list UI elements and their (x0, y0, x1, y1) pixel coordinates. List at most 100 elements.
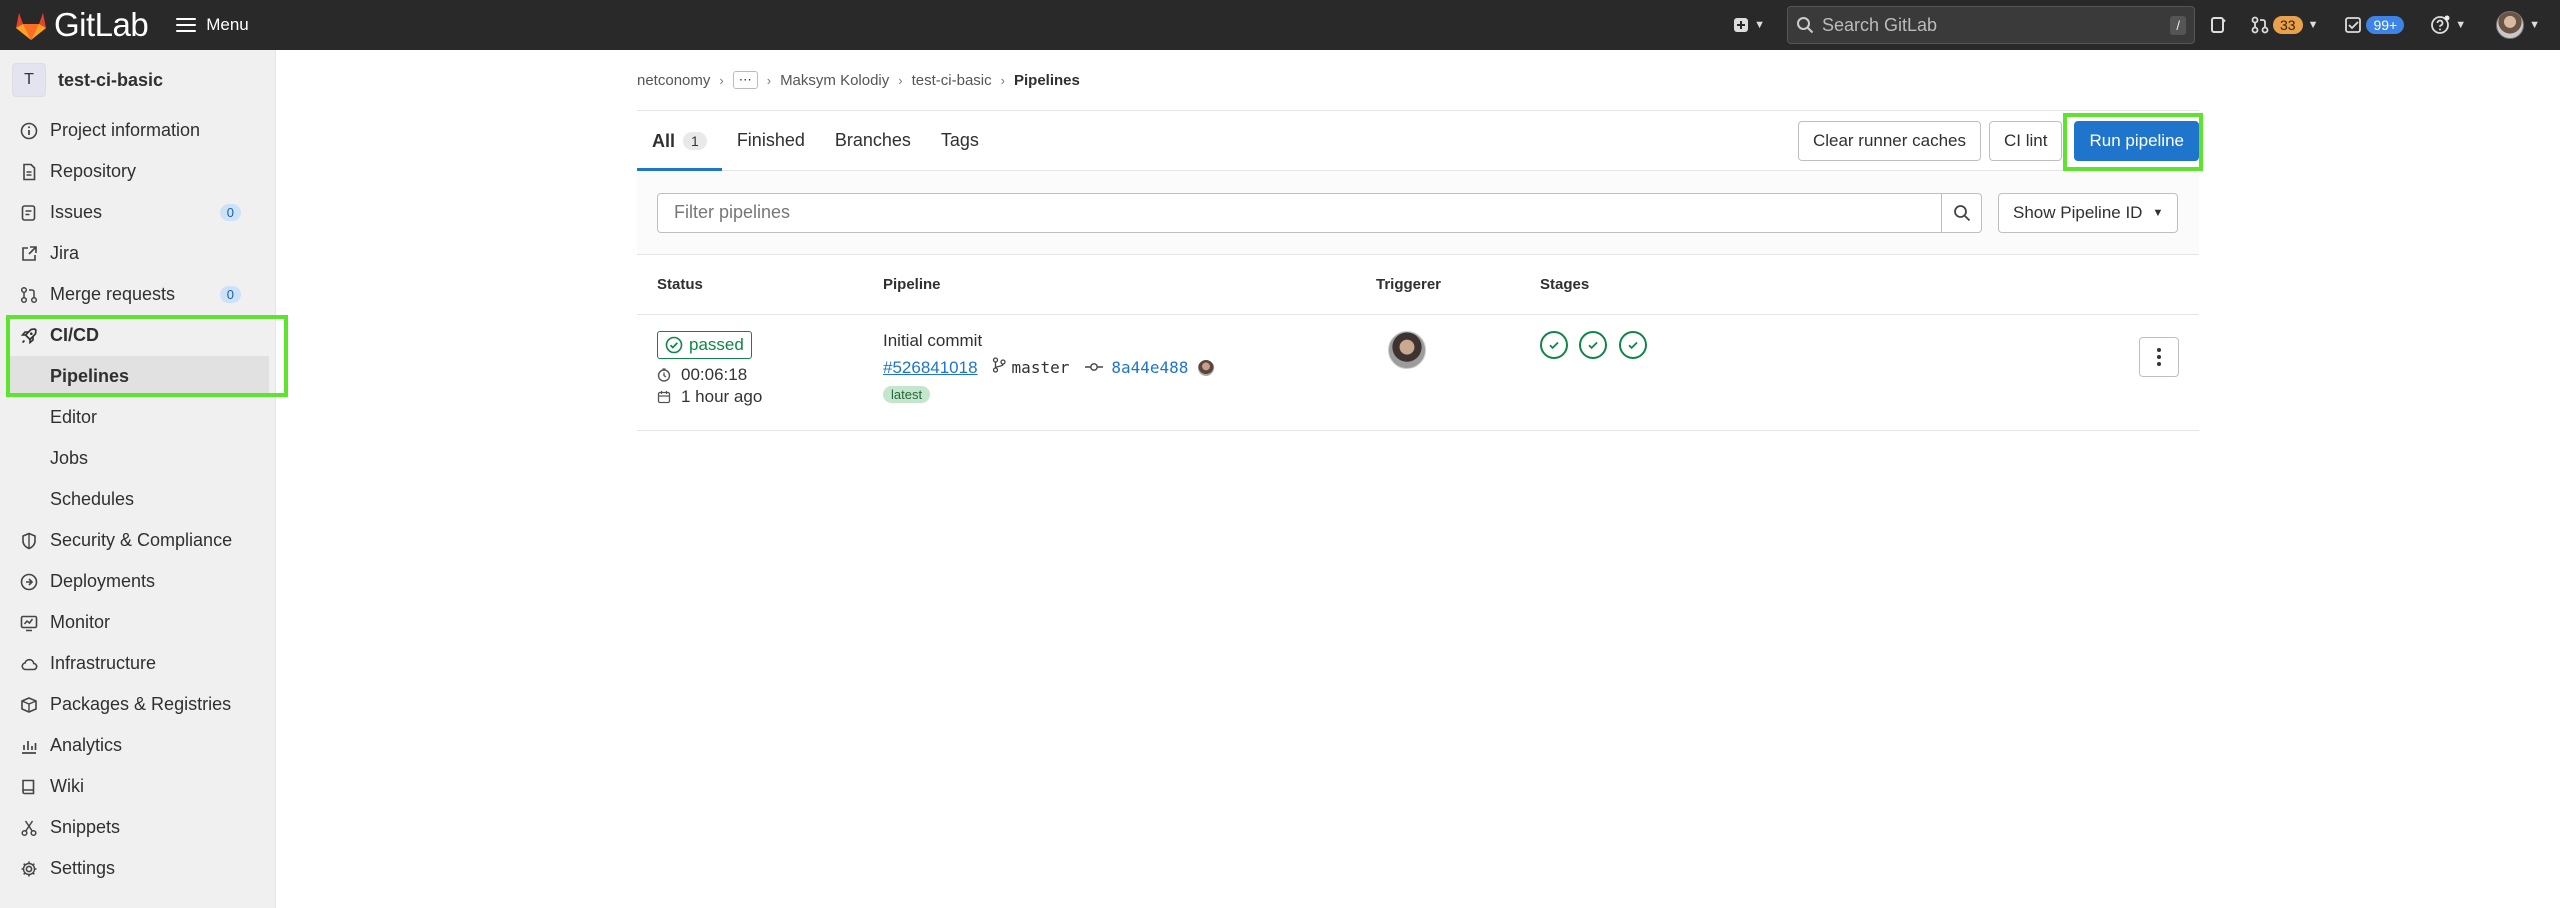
table-header: Status Pipeline Triggerer Stages (637, 255, 2199, 315)
sidebar-item-label: CI/CD (50, 325, 99, 345)
merge-requests-count: 33 (2273, 16, 2303, 34)
calendar-icon (657, 390, 671, 404)
sidebar-subitem-schedules[interactable]: Schedules (0, 479, 275, 520)
package-icon (20, 696, 38, 714)
cloud-icon (20, 655, 38, 673)
sidebar-item-snippets[interactable]: Snippets (0, 807, 275, 848)
search-placeholder: Search GitLab (1822, 14, 1938, 35)
filter-bar: Filter pipelines Show Pipeline ID ▼ (637, 171, 2199, 255)
sidebar-item-settings[interactable]: Settings (0, 848, 275, 889)
user-menu[interactable]: ▼ (2496, 11, 2540, 39)
help-dropdown[interactable]: ▼ (2430, 15, 2466, 35)
filter-search-button[interactable] (1942, 192, 1982, 233)
book-icon (20, 778, 38, 796)
merge-requests-dropdown[interactable]: 33 ▼ (2251, 16, 2318, 34)
sidebar-item-label: Deployments (50, 571, 156, 591)
status-text: passed (689, 335, 744, 354)
branch-name[interactable]: master (1012, 358, 1070, 377)
sidebar-item-monitor[interactable]: Monitor (0, 602, 275, 643)
sidebar-subitem-jobs[interactable]: Jobs (0, 438, 275, 479)
sidebar-item-label: Security & Compliance (50, 530, 233, 550)
sidebar-item-issues[interactable]: Issues 0 (0, 192, 275, 233)
gitlab-logo[interactable]: GitLab (14, 6, 149, 44)
sidebar-project[interactable]: T test-ci-basic (0, 50, 275, 110)
sidebar-subitem-pipelines[interactable]: Pipelines (6, 356, 269, 397)
ci-lint-button[interactable]: CI lint (1989, 121, 2063, 161)
filter-pipelines-input[interactable]: Filter pipelines (657, 192, 1942, 233)
finished-text: 1 hour ago (681, 387, 763, 406)
breadcrumb-project[interactable]: test-ci-basic (912, 72, 992, 89)
breadcrumb-current[interactable]: Pipelines (1014, 72, 1080, 89)
triggerer-avatar[interactable] (1388, 331, 1426, 369)
sidebar-item-label: Repository (50, 161, 137, 181)
sidebar-item-security-compliance[interactable]: Security & Compliance (0, 520, 275, 561)
chevron-down-icon: ▼ (1754, 19, 1765, 31)
tanuki-icon (16, 13, 46, 40)
triggerer-cell (1376, 331, 1540, 430)
new-item-dropdown[interactable]: ▼ (1733, 17, 1765, 33)
breadcrumb-user[interactable]: Maksym Kolodiy (780, 72, 889, 89)
stage-status-icon[interactable] (1618, 331, 1647, 359)
stage-status-icon[interactable] (1579, 331, 1608, 359)
merge-request-icon (2251, 16, 2269, 34)
finished-time: 1 hour ago (657, 387, 883, 407)
sidebar-item-repository[interactable]: Repository (0, 151, 275, 192)
merge-requests-count-badge: 0 (219, 286, 241, 303)
chevron-down-icon: ▼ (2152, 206, 2164, 219)
todos-link[interactable]: 99+ (2344, 16, 2405, 34)
status-badge[interactable]: passed (657, 331, 752, 359)
column-header-status: Status (657, 276, 703, 293)
tab-branches[interactable]: Branches (820, 111, 926, 171)
sidebar-item-label: Settings (50, 858, 116, 878)
project-avatar: T (12, 63, 46, 97)
clear-runner-caches-button[interactable]: Clear runner caches (1797, 121, 1982, 161)
sidebar-item-cicd[interactable]: CI/CD (0, 315, 275, 356)
issues-icon (2211, 17, 2226, 33)
tab-finished[interactable]: Finished (722, 111, 820, 171)
duration-text: 00:06:18 (681, 365, 748, 384)
tab-tags[interactable]: Tags (926, 111, 994, 171)
sidebar-item-analytics[interactable]: Analytics (0, 725, 275, 766)
commit-sha-link[interactable]: 8a44e488 (1111, 358, 1188, 377)
column-header-triggerer: Triggerer (1376, 276, 1442, 293)
breadcrumb-expand-button[interactable]: ⋯ (732, 71, 758, 89)
stages-cell (1540, 331, 2199, 430)
search-input[interactable]: Search GitLab / (1787, 6, 2195, 44)
sidebar-item-label: Snippets (50, 817, 121, 837)
sidebar-item-packages-registries[interactable]: Packages & Registries (0, 684, 275, 725)
sidebar-item-jira[interactable]: Jira (0, 233, 275, 274)
menu-button[interactable]: Menu (176, 14, 249, 36)
chevron-right-icon: › (1000, 72, 1005, 88)
pipeline-cell: Initial commit #526841018 master 8a44e48… (883, 331, 1376, 430)
sidebar-item-wiki[interactable]: Wiki (0, 766, 275, 807)
stage-status-icon[interactable] (1540, 331, 1568, 359)
run-pipeline-button[interactable]: Run pipeline (2074, 121, 2199, 161)
duration: 00:06:18 (657, 365, 883, 385)
issues-shortcut[interactable] (2209, 16, 2227, 34)
chevron-right-icon: › (766, 72, 772, 88)
timer-icon (657, 368, 671, 382)
gear-icon (20, 860, 38, 878)
commit-title[interactable]: Initial commit (883, 331, 1376, 351)
sort-dropdown[interactable]: Show Pipeline ID ▼ (1998, 192, 2179, 233)
chart-icon (20, 737, 38, 755)
sidebar-item-label: Packages & Registries (50, 694, 232, 714)
sidebar-subitem-editor[interactable]: Editor (0, 397, 275, 438)
todo-check-icon (2345, 17, 2362, 33)
status-cell: passed 00:06:18 1 hour ago (637, 331, 883, 430)
breadcrumb-group[interactable]: netconomy (637, 72, 710, 89)
sidebar-item-infrastructure[interactable]: Infrastructure (0, 643, 275, 684)
issues-count-badge: 0 (219, 204, 241, 221)
row-actions-button[interactable] (2139, 337, 2179, 377)
author-avatar[interactable] (1198, 359, 1215, 376)
top-bar: GitLab Menu ▼ Search GitLab / 33 ▼ 99+ ▼… (0, 0, 2560, 50)
sidebar-item-project-information[interactable]: Project information (0, 110, 275, 151)
menu-label: Menu (206, 15, 249, 34)
search-icon (1953, 204, 1970, 221)
tab-all[interactable]: All 1 (637, 111, 722, 171)
project-name: test-ci-basic (58, 69, 164, 90)
sidebar-item-merge-requests[interactable]: Merge requests 0 (0, 274, 275, 315)
pipeline-id-link[interactable]: #526841018 (883, 358, 978, 378)
sidebar-item-deployments[interactable]: Deployments (0, 561, 275, 602)
sort-label: Show Pipeline ID (2013, 202, 2143, 222)
